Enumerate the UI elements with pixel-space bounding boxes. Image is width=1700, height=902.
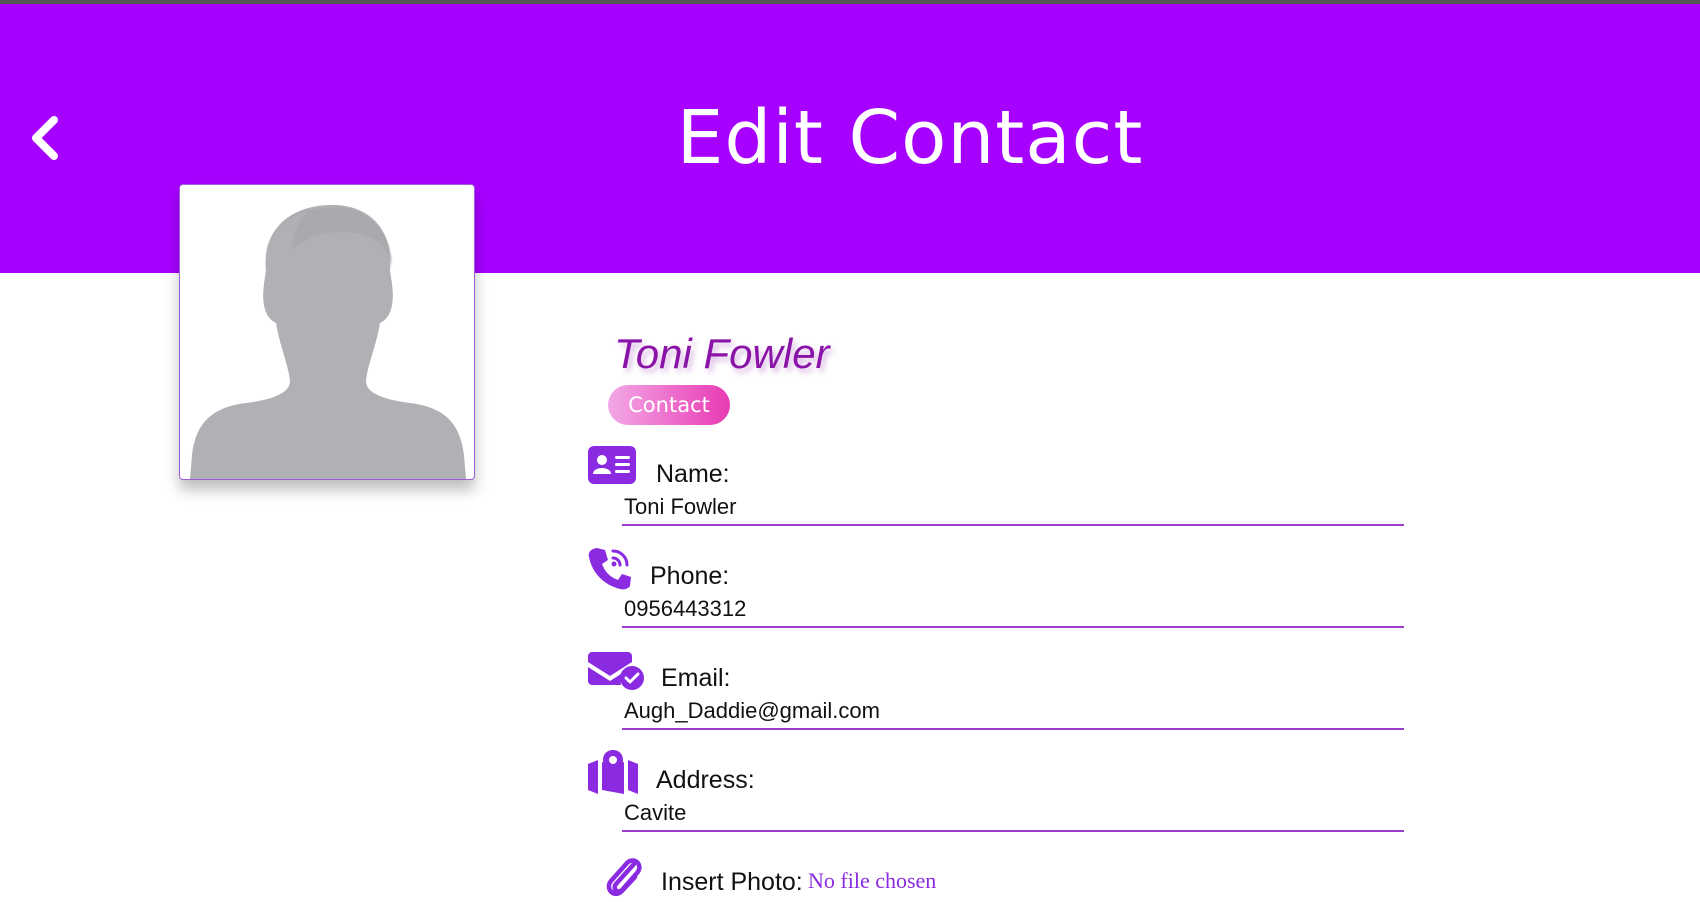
map-location-icon [588,750,638,794]
avatar [179,184,475,480]
address-card-icon [588,446,636,484]
contact-badge[interactable]: Contact [608,385,730,425]
paperclip-icon[interactable] [604,854,642,898]
contact-name: Toni Fowler [614,330,830,377]
email-label: Email: [661,664,731,692]
email-input[interactable] [622,694,1404,730]
phone-volume-icon [588,548,631,590]
envelope-check-icon [588,652,644,690]
phone-input[interactable] [622,592,1404,628]
name-input[interactable] [622,490,1404,526]
insert-photo-label: Insert Photo: [661,868,803,896]
file-input[interactable]: No file chosen [808,868,936,894]
phone-label: Phone: [650,562,730,590]
person-silhouette-icon [190,204,466,479]
page-title: Edit Contact [676,95,1144,181]
address-label: Address: [656,766,755,794]
address-input[interactable] [622,796,1404,832]
name-label: Name: [656,460,730,488]
